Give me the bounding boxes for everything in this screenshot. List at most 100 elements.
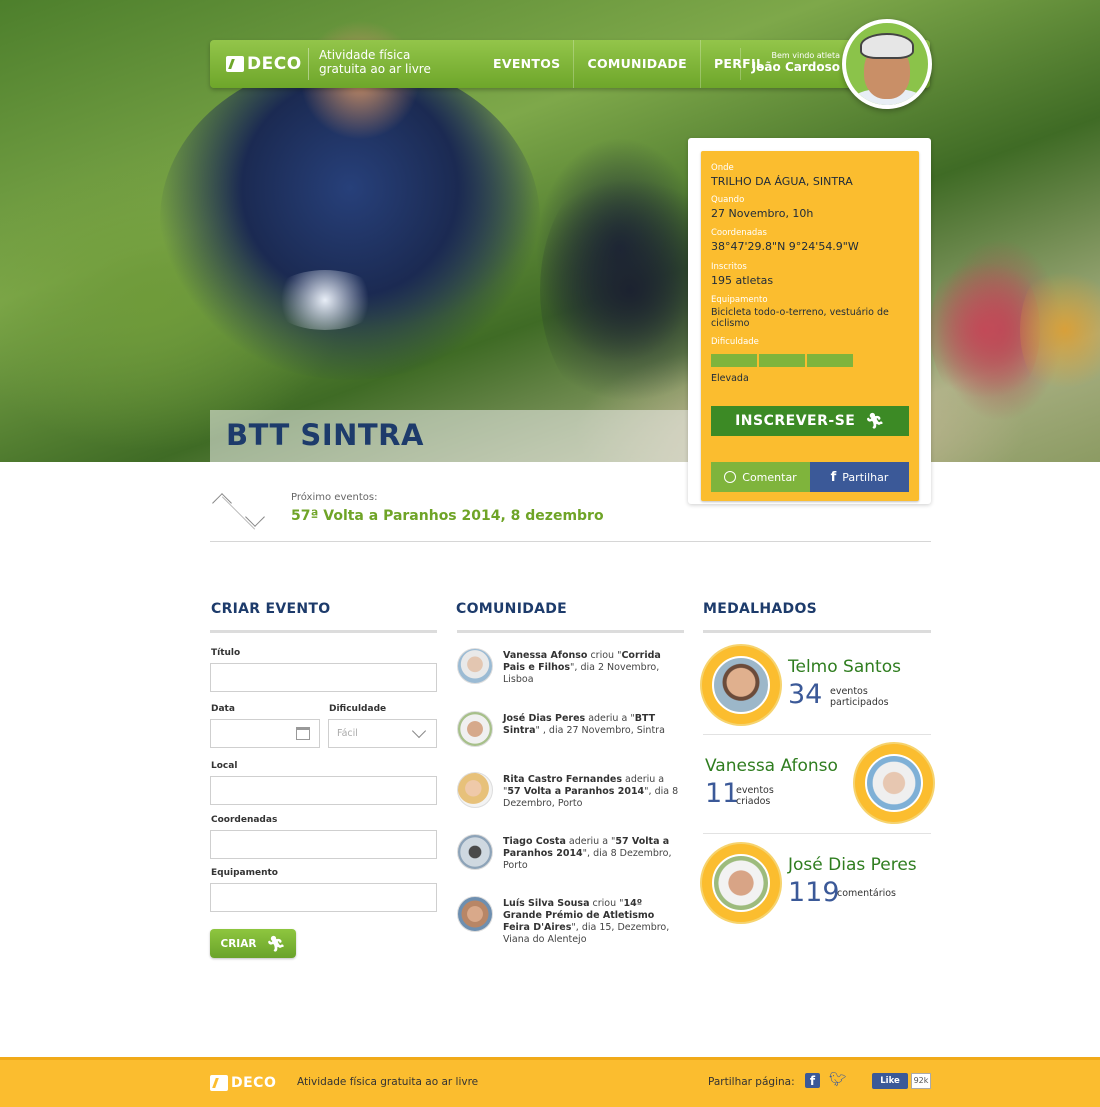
community-text: Luís Silva Sousa criou "14º Grande Prémi… [503, 898, 670, 945]
medal-number: 11 [705, 778, 740, 809]
when-label: Quando [711, 195, 745, 205]
equipment-label: Equipamento [711, 295, 768, 305]
equipment-value: Bicicleta todo-o-terreno, vestuário de c… [711, 307, 889, 329]
create-event-heading: CRIAR EVENTO [211, 601, 331, 617]
avatar [457, 772, 493, 808]
runner-icon: 🏃︎ [865, 412, 885, 430]
welcome-text: Bem vindo atleta [771, 51, 840, 60]
community-text: Vanessa Afonso criou "Corrida Pais e Fil… [503, 650, 661, 685]
comment-icon [724, 471, 737, 483]
share-label: Partilhar [842, 470, 889, 484]
medals-rule [703, 630, 931, 633]
event-details-card: Onde TRILHO DA ÁGUA, SINTRA Quando 27 No… [688, 138, 931, 504]
difficulty-select[interactable]: Fácil [328, 719, 437, 748]
like-count: 92k [911, 1073, 931, 1089]
difficulty-select-label: Dificuldade [329, 704, 387, 714]
community-text: José Dias Peres aderiu a "BTT Sintra" , … [503, 713, 665, 736]
comment-button[interactable]: Comentar [711, 462, 810, 492]
footer-logo[interactable]: DECO [210, 1075, 276, 1091]
medal-description: comentários [837, 888, 897, 899]
avatar [457, 648, 493, 684]
username: João Cardoso [751, 60, 840, 74]
share-facebook-button[interactable]: f Partilhar [810, 462, 909, 492]
medal-avatar[interactable] [705, 649, 777, 721]
user-avatar[interactable] [842, 19, 932, 109]
facebook-icon: f [830, 469, 837, 485]
difficulty-label: Dificuldade [711, 337, 759, 347]
event-details-panel: Onde TRILHO DA ÁGUA, SINTRA Quando 27 No… [701, 151, 919, 501]
nav-eventos[interactable]: EVENTOS [480, 40, 573, 88]
medal-divider [703, 734, 931, 735]
main-nav: EVENTOS COMUNIDADE PERFIL [480, 40, 777, 88]
date-label: Data [211, 704, 235, 714]
footer [0, 1057, 1100, 1107]
logo-text: DECO [247, 54, 302, 74]
next-events-arrows [210, 490, 270, 530]
community-text: Tiago Costa aderiu a "57 Volta a Paranho… [503, 836, 672, 871]
avatar [457, 711, 493, 747]
medal-name[interactable]: Vanessa Afonso [705, 756, 838, 776]
subscribe-button[interactable]: INSCREVER-SE 🏃︎ [711, 406, 909, 436]
top-navbar: DECO Atividade física gratuita ao ar liv… [210, 40, 930, 88]
comment-label: Comentar [742, 470, 797, 484]
location-label: Local [211, 761, 238, 771]
medal-avatar[interactable] [705, 847, 777, 919]
community-heading: COMUNIDADE [456, 601, 568, 617]
coords-label: Coordenadas [711, 228, 767, 238]
medal-description: eventos criados [736, 785, 774, 807]
where-value: TRILHO DA ÁGUA, SINTRA [711, 175, 853, 188]
nav-tagline: Atividade física gratuita ao ar livre [308, 48, 438, 80]
when-value: 27 Novembro, 10h [711, 207, 814, 220]
nav-comunidade[interactable]: COMUNIDADE [573, 40, 699, 88]
title-label: Título [211, 648, 241, 658]
equipment-input[interactable] [210, 883, 437, 912]
coords-value: 38°47'29.8"N 9°24'54.9"W [711, 240, 859, 253]
equipment-input-label: Equipamento [211, 868, 278, 878]
registered-label: Inscritos [711, 262, 747, 272]
medal-name[interactable]: Telmo Santos [788, 657, 901, 677]
medal-name[interactable]: José Dias Peres [788, 855, 917, 875]
next-event-link[interactable]: 57ª Volta a Paranhos 2014, 8 dezembro [291, 508, 604, 524]
medal-avatar[interactable] [858, 747, 930, 819]
deco-logo-icon [226, 56, 244, 72]
deco-logo-icon [210, 1075, 228, 1091]
community-text: Rita Castro Fernandes aderiu a "57 Volta… [503, 774, 679, 809]
calendar-icon[interactable] [296, 727, 310, 740]
location-input[interactable] [210, 776, 437, 805]
next-events-label: Próximo eventos: [291, 492, 378, 503]
difficulty-meter [711, 354, 853, 367]
date-input[interactable] [210, 719, 320, 748]
title-input[interactable] [210, 663, 437, 692]
create-button[interactable]: CRIAR 🏃︎ [210, 929, 296, 958]
runner-icon: 🏃︎ [266, 934, 286, 953]
community-rule [457, 630, 684, 633]
avatar [457, 896, 493, 932]
avatar [457, 834, 493, 870]
medal-divider [703, 833, 931, 834]
facebook-like-button[interactable]: Like [872, 1073, 908, 1089]
footer-tagline: Atividade física gratuita ao ar livre [297, 1076, 479, 1088]
difficulty-select-value: Fácil [337, 728, 358, 739]
where-label: Onde [711, 163, 734, 173]
coords-input[interactable] [210, 830, 437, 859]
registered-value: 195 atletas [711, 274, 774, 287]
event-title: BTT SINTRA [226, 418, 424, 452]
event-actions: Comentar f Partilhar [711, 462, 909, 492]
user-greeting[interactable]: Bem vindo atleta João Cardoso [740, 48, 840, 80]
next-events-bar: Próximo eventos: 57ª Volta a Paranhos 20… [210, 490, 931, 542]
create-button-label: CRIAR [220, 937, 257, 950]
facebook-icon[interactable]: f [805, 1073, 820, 1088]
medal-number: 119 [788, 877, 840, 908]
subscribe-label: INSCREVER-SE [735, 413, 856, 429]
difficulty-value: Elevada [711, 373, 749, 384]
deco-logo[interactable]: DECO [226, 54, 302, 74]
coords-input-label: Coordenadas [211, 815, 278, 825]
medal-description: eventos participados [830, 686, 889, 708]
footer-share-label: Partilhar página: [708, 1076, 795, 1088]
medal-number: 34 [788, 679, 823, 710]
footer-logo-text: DECO [231, 1075, 277, 1091]
twitter-icon[interactable]: 🐦︎ [829, 1072, 847, 1088]
chevron-down-icon [411, 723, 427, 739]
medals-heading: MEDALHADOS [703, 601, 818, 617]
create-event-rule [210, 630, 437, 633]
